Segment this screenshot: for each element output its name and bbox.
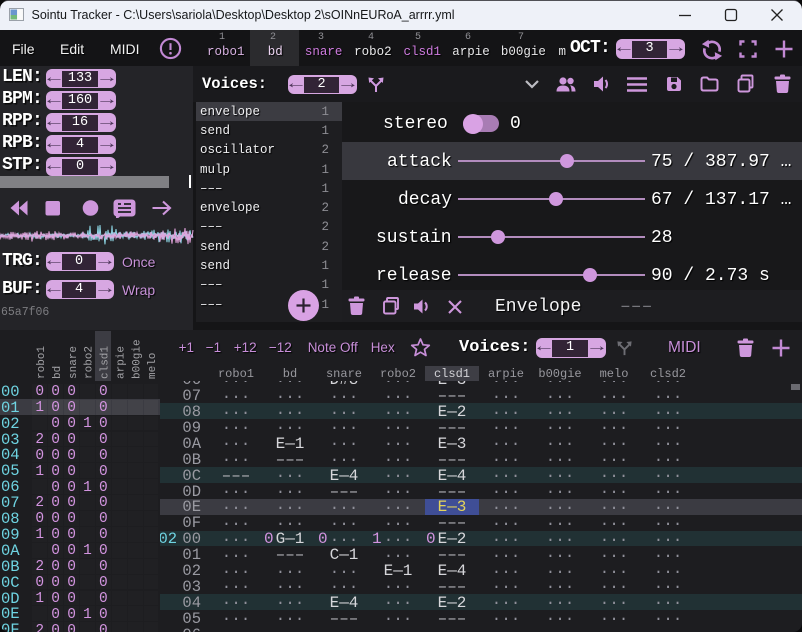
svg-text:clsd1: clsd1	[100, 346, 112, 379]
svg-text:robo2: robo2	[84, 346, 96, 379]
svg-text:robo1: robo1	[36, 346, 48, 379]
svg-text:melo: melo	[147, 353, 159, 379]
svg-text:b00gie: b00gie	[131, 339, 143, 379]
svg-text:arpie: arpie	[116, 346, 128, 379]
svg-text:bd: bd	[52, 366, 64, 379]
svg-text:snare: snare	[68, 346, 80, 379]
